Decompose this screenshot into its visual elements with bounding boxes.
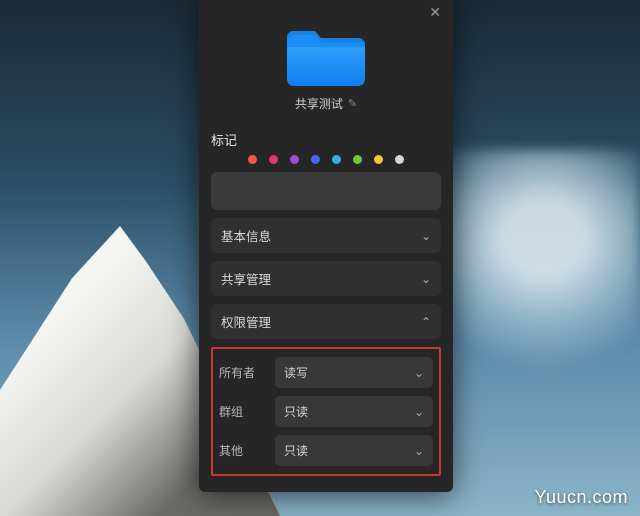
tag-color-dot[interactable] [353, 155, 362, 164]
permission-label: 所有者 [219, 364, 267, 381]
permission-value: 读写 [284, 364, 308, 381]
chevron-down-icon: ⌄ [414, 405, 424, 419]
tag-color-dot[interactable] [290, 155, 299, 164]
permission-value: 只读 [284, 442, 308, 459]
permission-select[interactable]: 读写 ⌄ [275, 357, 433, 388]
folder-icon [287, 25, 365, 87]
tags-label: 标记 [211, 130, 441, 149]
tag-input[interactable] [211, 172, 441, 210]
close-icon[interactable]: ✕ [429, 5, 441, 19]
permission-label: 其他 [219, 442, 267, 459]
tag-color-dot[interactable] [374, 155, 383, 164]
chevron-down-icon: ⌄ [421, 229, 431, 243]
info-panel: ✕ 共享测试 ✎ 标记 基本信息 ⌄ 共享管理 ⌄ 权限管理 ⌃ 所有 [199, 0, 453, 492]
chevron-down-icon: ⌄ [414, 444, 424, 458]
tag-color-dot[interactable] [395, 155, 404, 164]
accordion-label: 权限管理 [221, 312, 271, 331]
chevron-up-icon: ⌃ [421, 315, 431, 329]
permission-select[interactable]: 只读 ⌄ [275, 435, 433, 466]
accordion-permission-management[interactable]: 权限管理 ⌃ [211, 304, 441, 339]
permission-select[interactable]: 只读 ⌄ [275, 396, 433, 427]
edit-name-icon[interactable]: ✎ [348, 97, 357, 110]
chevron-down-icon: ⌄ [414, 366, 424, 380]
permission-value: 只读 [284, 403, 308, 420]
tag-color-row [211, 155, 441, 164]
permission-row: 其他只读 ⌄ [213, 431, 439, 470]
accordion-share-management[interactable]: 共享管理 ⌄ [211, 261, 441, 296]
permission-row: 所有者读写 ⌄ [213, 353, 439, 392]
tag-color-dot[interactable] [269, 155, 278, 164]
permission-row: 群组只读 ⌄ [213, 392, 439, 431]
accordion-basic-info[interactable]: 基本信息 ⌄ [211, 218, 441, 253]
permission-label: 群组 [219, 403, 267, 420]
tag-color-dot[interactable] [311, 155, 320, 164]
permission-rows-highlight: 所有者读写⌄群组只读⌄其他只读⌄ [211, 347, 441, 476]
accordion-label: 基本信息 [221, 226, 271, 245]
folder-name: 共享测试 [295, 95, 343, 112]
tag-color-dot[interactable] [332, 155, 341, 164]
accordion-label: 共享管理 [221, 269, 271, 288]
watermark: Yuucn.com [534, 487, 628, 508]
tag-color-dot[interactable] [248, 155, 257, 164]
chevron-down-icon: ⌄ [421, 272, 431, 286]
